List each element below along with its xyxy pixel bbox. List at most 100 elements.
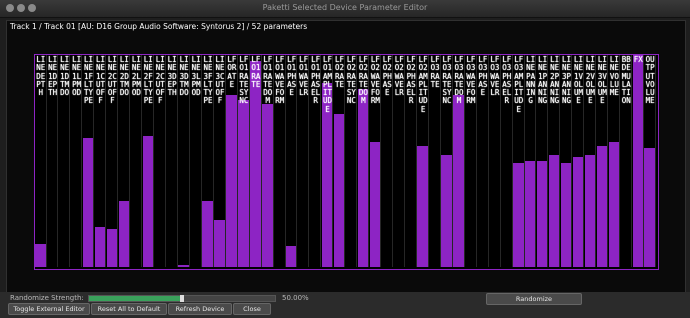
- parameter-label: LFO1RATE: [251, 55, 261, 89]
- parameter-slider[interactable]: LINE2CUTOFF: [106, 55, 119, 267]
- parameter-value-bar: [357, 89, 369, 267]
- parameter-slider[interactable]: LFO1PHASE: [285, 55, 298, 267]
- parameter-label: LINE1LPMOD: [72, 55, 82, 98]
- parameter-label: LFO1WAVELR: [299, 55, 309, 98]
- parameter-slider[interactable]: LINE2VOLUME: [584, 55, 597, 267]
- parameter-slider[interactable]: LINEPANNING: [524, 55, 537, 267]
- randomize-button[interactable]: Randomize: [486, 293, 582, 305]
- parameter-label: LFO3AMPLITUDE: [514, 55, 524, 114]
- parameter-slider[interactable]: LINE3DEPTH: [166, 55, 178, 267]
- parameter-slider[interactable]: LFO1RATE: [250, 55, 262, 267]
- parameter-value-bar: [82, 138, 94, 267]
- parameter-label: LFO1PHASELR: [311, 55, 321, 106]
- close-button[interactable]: Close: [233, 303, 271, 315]
- parameter-slider[interactable]: LFO1WAVELR: [298, 55, 310, 267]
- parameter-slider[interactable]: LFO3RATE: [429, 55, 441, 267]
- parameter-slider[interactable]: LFO3WAVELR: [489, 55, 501, 267]
- parameter-slider[interactable]: LINE3DTMDO: [178, 55, 190, 267]
- parameter-slider[interactable]: LINE3PANNING: [560, 55, 573, 267]
- parameter-slider[interactable]: LFO3RATESYNC: [441, 55, 453, 267]
- track-label: Track 1 / Track 01 [AU: D16 Group Audio …: [10, 22, 308, 31]
- title-bar: Paketti Selected Device Parameter Editor: [0, 0, 690, 18]
- parameter-label: LFO1RATEDOM: [263, 55, 273, 106]
- parameter-slider[interactable]: LINE3VOLUME: [596, 55, 609, 267]
- parameter-label: LINE3DEPTH: [167, 55, 177, 98]
- parameter-label: LFO3WAVEFORM: [466, 55, 476, 106]
- parameter-slider[interactable]: OUTPUTVOLUME: [644, 55, 656, 267]
- parameter-slider[interactable]: LFO1AMPLITUDE: [321, 55, 334, 267]
- parameter-slider[interactable]: LFO2WAVEFORM: [369, 55, 382, 267]
- parameter-label: LINE1CUTOFF: [95, 55, 106, 106]
- window-title: Paketti Selected Device Parameter Editor: [262, 3, 428, 12]
- parameter-label: LFO3RATESYNC: [442, 55, 452, 106]
- parameter-label: LINE3VOLUME: [597, 55, 607, 106]
- parameter-slider[interactable]: LFO1WAVEFORM: [274, 55, 286, 267]
- parameter-slider[interactable]: LINE1PANNING: [536, 55, 549, 267]
- parameter-value-bar: [178, 265, 189, 267]
- parameter-label: LFO3PHASELR: [502, 55, 512, 106]
- slider-handle[interactable]: [180, 295, 184, 302]
- parameter-slider[interactable]: LFO2WAVELR: [394, 55, 405, 267]
- parameter-slider[interactable]: LINE1CUTOFF: [94, 55, 107, 267]
- parameter-slider[interactable]: LFO2AMPLITUDE: [417, 55, 429, 267]
- parameter-slider[interactable]: LINE2FLTTYPE: [142, 55, 155, 267]
- parameter-slider[interactable]: LFORATE: [226, 55, 238, 267]
- parameter-label: LINEVOLUME: [609, 55, 619, 98]
- parameter-slider[interactable]: LFO3RATEDOM: [453, 55, 465, 267]
- parameter-slider[interactable]: LFO3AMPLITUDE: [513, 55, 525, 267]
- parameter-label: LFO1PHASE: [287, 55, 297, 98]
- parameter-value-bar: [548, 155, 560, 267]
- parameter-slider[interactable]: LFO1PHASELR: [310, 55, 322, 267]
- parameter-slider[interactable]: LINE3LPMOD: [190, 55, 202, 267]
- parameter-value-bar: [536, 161, 548, 267]
- parameter-slider[interactable]: LINE1VOLUME: [572, 55, 585, 267]
- parameter-slider[interactable]: LINE2LPMOD: [131, 55, 143, 267]
- randomize-strength-label: Randomize Strength:: [10, 294, 84, 302]
- parameter-label: LINEPANNING: [526, 55, 536, 106]
- randomize-strength-slider[interactable]: [88, 295, 276, 302]
- parameter-label: LINE3LPMOD: [191, 55, 201, 98]
- parameter-slider[interactable]: LFO3WAVEFORM: [465, 55, 477, 267]
- slider-fill: [89, 296, 182, 301]
- parameter-panel: LINEDEPTH LINE1DEPTH LINE1DTMDO LINE1LPMOD L…: [34, 54, 659, 270]
- parameter-slider[interactable]: LINE1LPMOD: [71, 55, 83, 267]
- parameter-slider[interactable]: LFO2PHASELR: [405, 55, 417, 267]
- parameter-label: LFO2PHASE: [382, 55, 392, 98]
- parameter-slider[interactable]: LFO2RATE: [333, 55, 346, 267]
- parameter-label: LFO2WAVEFORM: [370, 55, 380, 106]
- parameter-slider[interactable]: LFO3PHASELR: [501, 55, 513, 267]
- parameter-label: LFO3WAVELR: [490, 55, 500, 98]
- reset-all-button[interactable]: Reset All to Default: [91, 303, 167, 315]
- parameter-label: LFO2RATEDOM: [358, 55, 368, 106]
- parameter-label: LFO2RATE: [334, 55, 345, 89]
- parameter-label: LINE1DTMDO: [60, 55, 70, 98]
- parameter-slider[interactable]: LINE1DTMDO: [59, 55, 71, 267]
- parameter-slider[interactable]: FX: [632, 55, 644, 267]
- parameter-slider[interactable]: LFO1RATEDOM: [262, 55, 274, 267]
- parameter-slider[interactable]: LINEDEPTH: [35, 55, 47, 267]
- refresh-device-button[interactable]: Refresh Device: [168, 303, 232, 315]
- parameter-label: FX: [633, 55, 643, 64]
- parameter-label: LFO2AMPLITUDE: [418, 55, 428, 114]
- parameter-slider[interactable]: BBDEMULATION: [621, 55, 633, 267]
- toggle-external-editor-button[interactable]: Toggle External Editor: [8, 303, 90, 315]
- parameter-slider[interactable]: LINE1DEPTH: [47, 55, 59, 267]
- parameter-slider[interactable]: LFO3PHASE: [477, 55, 489, 267]
- parameter-value-bar: [333, 114, 345, 267]
- parameter-label: LINE1PANNING: [538, 55, 548, 106]
- parameter-slider[interactable]: LFO2RATEDOM: [357, 55, 370, 267]
- parameter-value-bar: [118, 201, 130, 267]
- parameter-slider[interactable]: LINE2CUTOFF: [155, 55, 166, 267]
- parameter-slider[interactable]: LINE1FLTTYPE: [82, 55, 95, 267]
- parameter-value-bar: [285, 246, 297, 267]
- parameter-slider[interactable]: LINE2DTMDO: [118, 55, 131, 267]
- parameter-label: LFO3RATE: [430, 55, 440, 89]
- parameter-slider[interactable]: LFO2RATESYNC: [346, 55, 358, 267]
- parameter-slider[interactable]: LINE2PANNING: [548, 55, 561, 267]
- parameter-value-bar: [238, 100, 249, 267]
- parameter-slider[interactable]: LINEVOLUME: [608, 55, 621, 267]
- parameter-slider[interactable]: LFO2PHASE: [382, 55, 394, 267]
- parameter-slider[interactable]: LFO1RATESYNC: [238, 55, 250, 267]
- parameter-slider[interactable]: LINE3FLTTYPE: [202, 55, 214, 267]
- parameter-slider[interactable]: LINE3CUTOFF: [214, 55, 226, 267]
